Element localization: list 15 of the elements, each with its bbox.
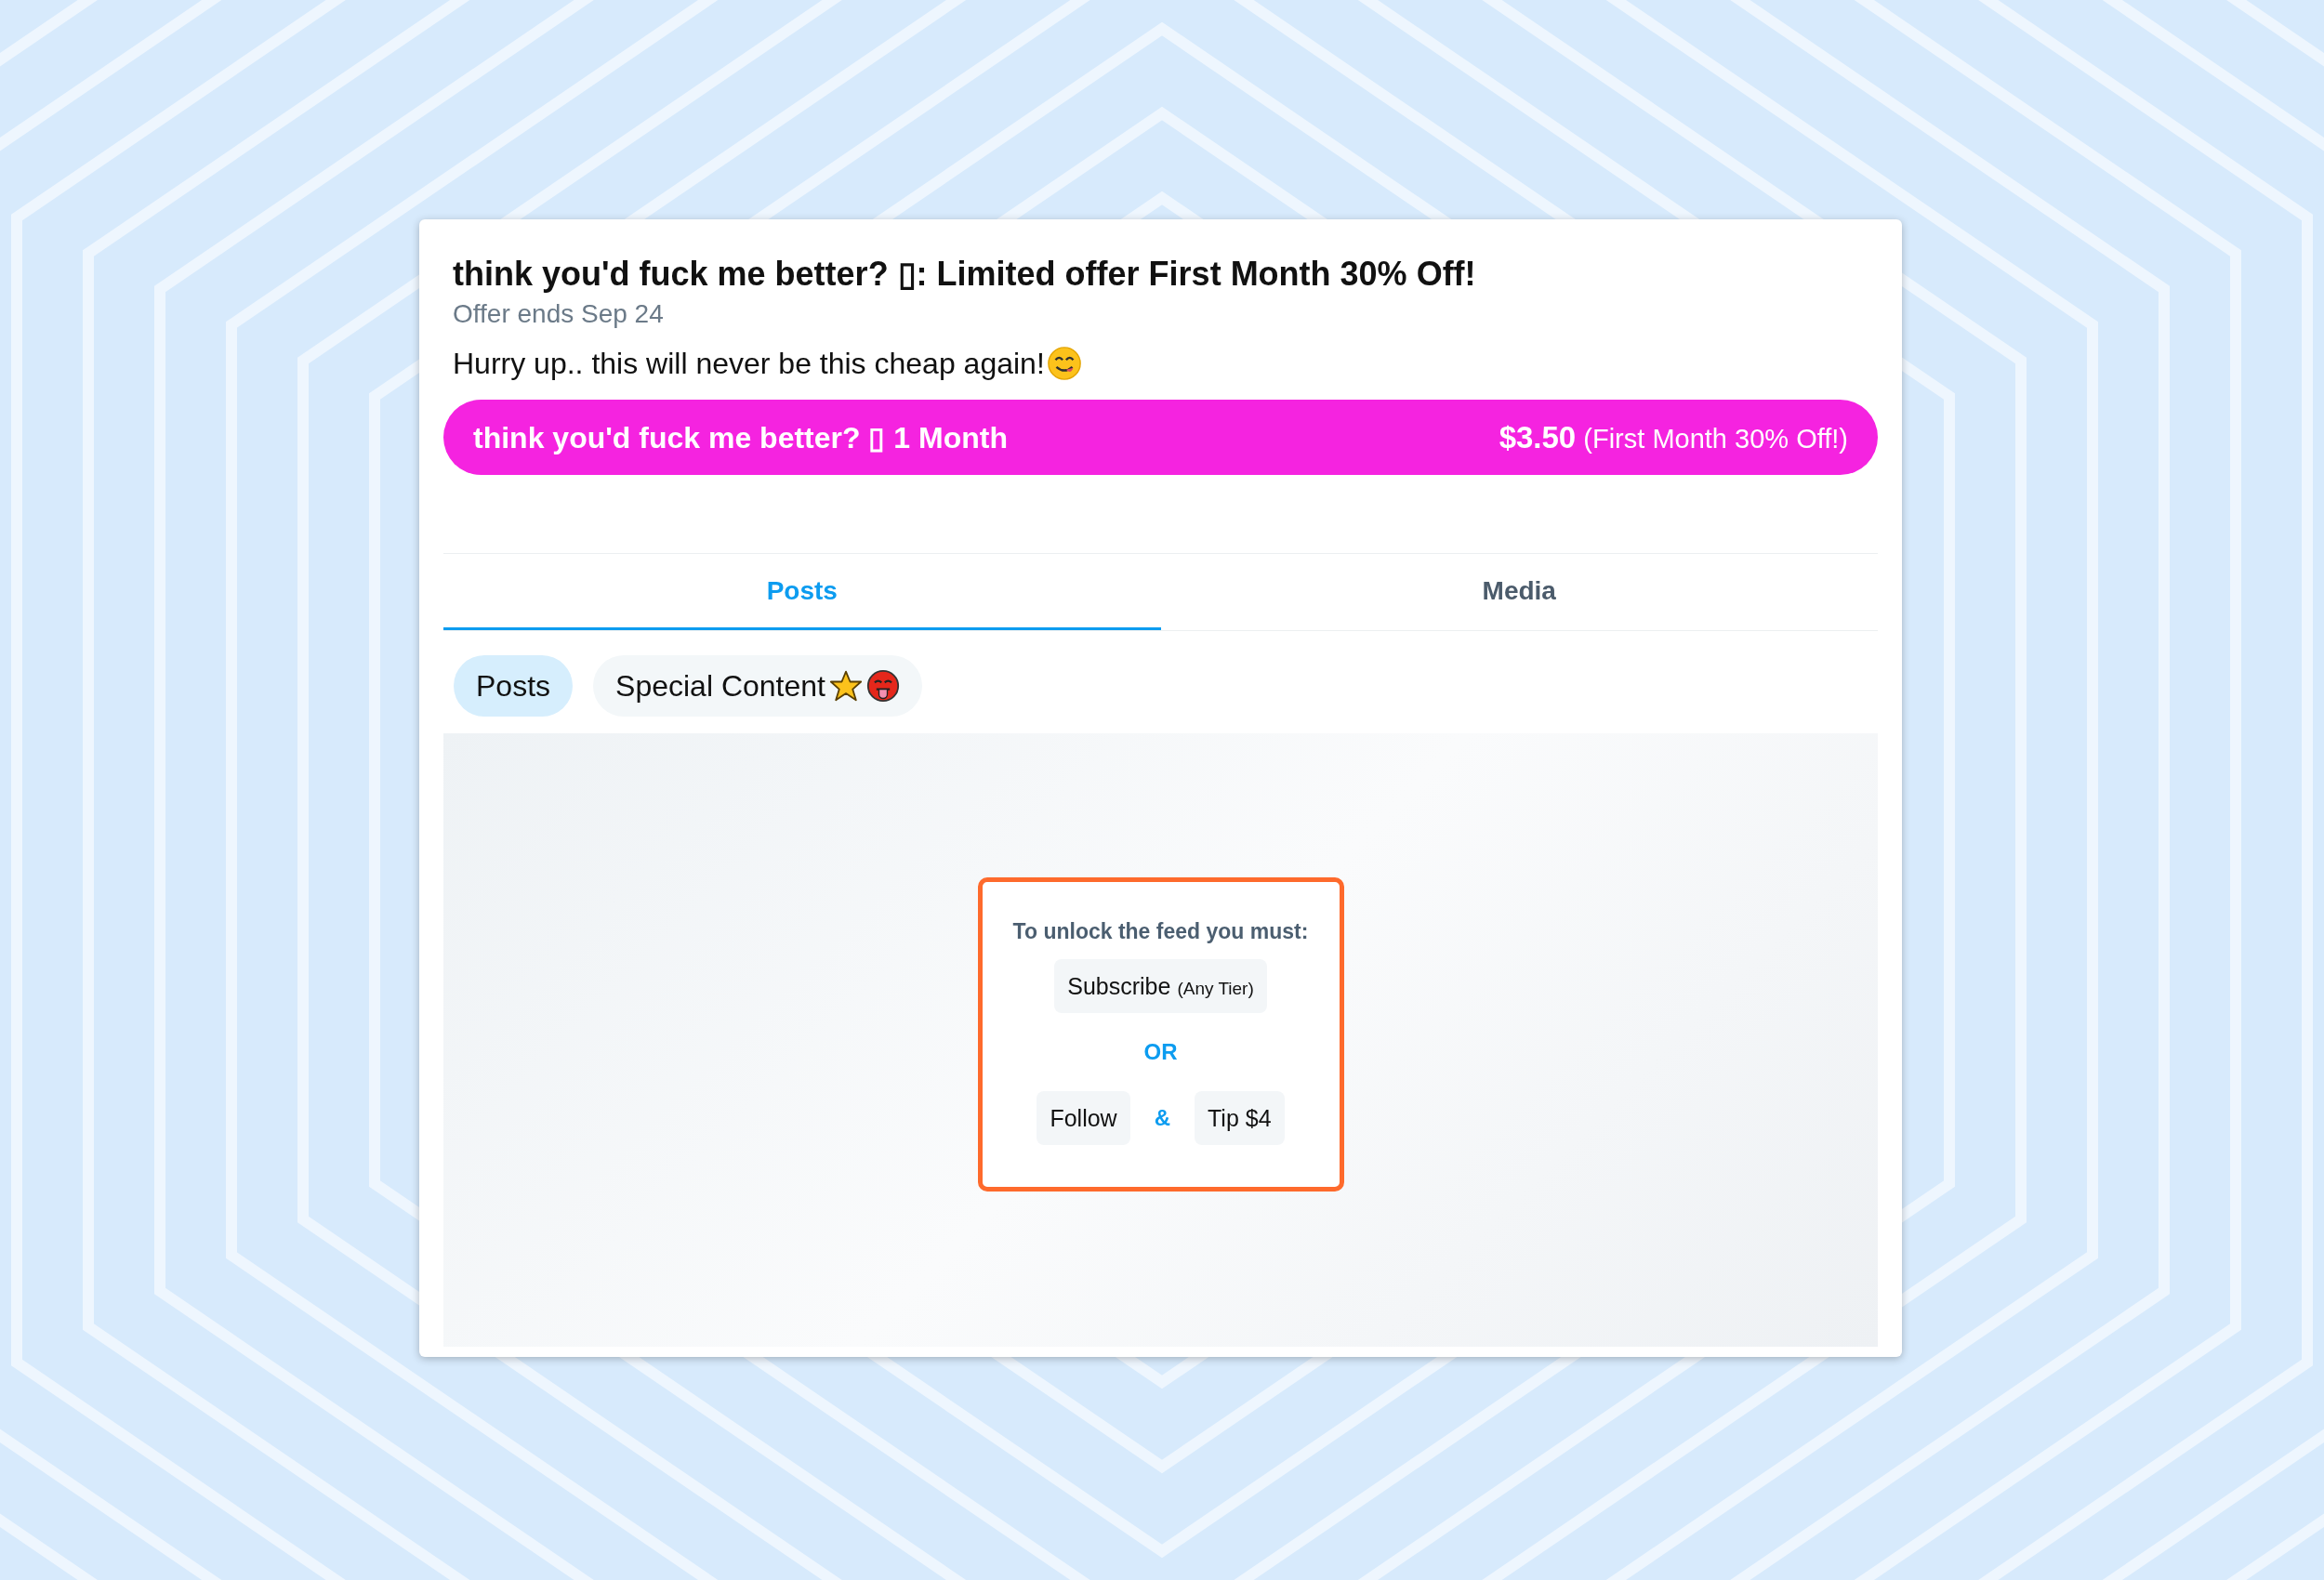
offer-message: Hurry up.. this will never be this cheap again! <box>453 346 1045 381</box>
subscribe-button[interactable]: Subscribe (Any Tier) <box>1054 959 1267 1013</box>
star-icon <box>828 669 863 703</box>
offer-title: think you'd fuck me better? ▯: Limited offer First Month 30% Off! <box>453 255 1477 294</box>
or-label: OR <box>1143 1039 1178 1065</box>
unlock-heading: To unlock the feed you must: <box>1012 919 1309 944</box>
follow-button[interactable]: Follow <box>1037 1091 1130 1145</box>
ampersand-label: & <box>1154 1105 1170 1131</box>
tab[interactable]: Media <box>1160 554 1878 630</box>
offer-expiry: Offer ends Sep 24 <box>453 299 665 329</box>
filter-chip[interactable]: Posts <box>454 655 574 717</box>
tongue-face-icon <box>865 669 900 703</box>
filter-chip[interactable]: Special Content <box>593 655 922 717</box>
tip-button[interactable]: Tip $4 <box>1195 1091 1285 1145</box>
smiley-icon <box>1046 346 1082 381</box>
